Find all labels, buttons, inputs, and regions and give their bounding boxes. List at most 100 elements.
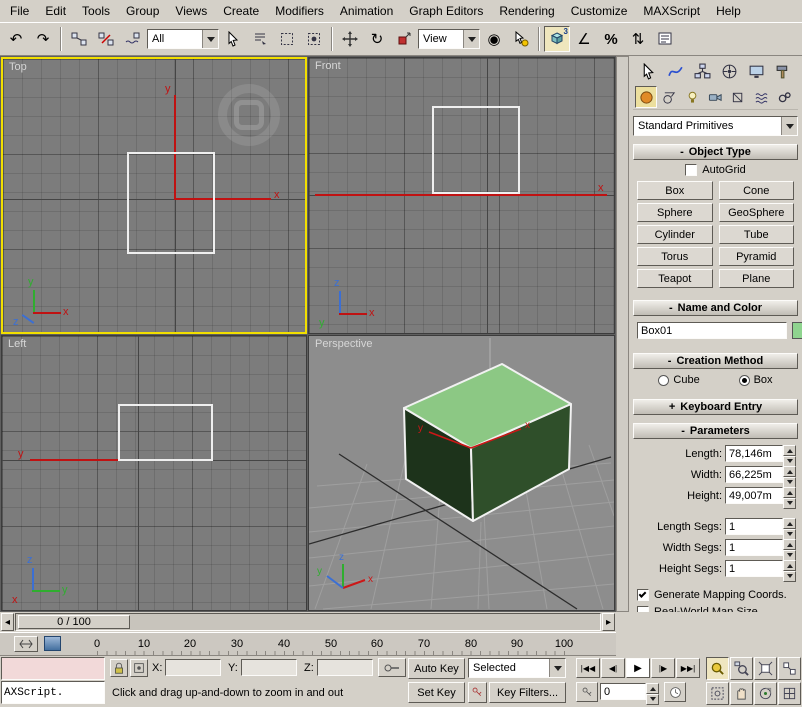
helpers-category-icon[interactable] [728,86,750,108]
rollout-keyboard-entry[interactable]: + Keyboard Entry [633,399,798,415]
geosphere-button[interactable]: GeoSphere [719,203,795,222]
time-configuration-icon[interactable] [664,682,686,702]
viewport-left[interactable]: Left y z y x [1,335,307,611]
length-spinner[interactable] [783,445,796,462]
track-bar[interactable]: 0 10 20 30 40 50 60 70 80 90 100 [0,632,616,656]
time-slider-track[interactable]: 0 / 100 [15,613,601,631]
select-and-manipulate-icon[interactable] [508,26,534,52]
menu-animation[interactable]: Animation [332,1,401,21]
create-tab-icon[interactable] [637,60,659,82]
previous-frame-icon[interactable]: ◀| [601,658,625,678]
menu-rendering[interactable]: Rendering [491,1,562,21]
hierarchy-tab-icon[interactable] [691,60,713,82]
height-field[interactable] [725,487,783,504]
edit-named-selection-sets-icon[interactable] [652,26,678,52]
shapes-category-icon[interactable] [658,86,680,108]
select-by-name-icon[interactable] [247,26,273,52]
autogrid-checkbox[interactable] [685,164,697,176]
use-pivot-point-center-icon[interactable]: ◉ [481,26,507,52]
bind-to-space-warp-icon[interactable] [120,26,146,52]
spinner-snap-icon[interactable]: ⇅ [625,26,651,52]
maximize-viewport-toggle-icon[interactable] [778,682,801,705]
lights-category-icon[interactable] [681,86,703,108]
length-segs-spinner[interactable] [783,518,796,535]
dropdown-arrow-icon[interactable] [781,117,797,135]
set-key-button[interactable]: Set Key [408,682,465,703]
viewport-left-label[interactable]: Left [8,338,26,350]
height-spinner[interactable] [783,487,796,504]
menu-graph-editors[interactable]: Graph Editors [401,1,491,21]
snaps-toggle-icon[interactable]: 3 [544,26,570,52]
window-crossing-toggle-icon[interactable] [301,26,327,52]
length-field[interactable] [725,445,783,462]
cylinder-button[interactable]: Cylinder [637,225,713,244]
rollout-object-type[interactable]: - Object Type [633,144,798,160]
cube-radio-item[interactable]: Cube [658,374,699,386]
time-slider-right-arrow[interactable]: ▸ [602,613,615,631]
rollout-name-and-color[interactable]: - Name and Color [633,300,798,316]
x-coordinate-field[interactable] [165,659,221,676]
display-tab-icon[interactable] [745,60,767,82]
zoom-icon[interactable] [706,657,729,680]
viewport-front-label[interactable]: Front [315,60,341,72]
dropdown-arrow-icon[interactable] [549,659,565,677]
teapot-button[interactable]: Teapot [637,269,713,288]
zoom-region-icon[interactable] [706,682,729,705]
timeline-frame-marker[interactable] [44,636,61,651]
rollout-parameters[interactable]: - Parameters [633,423,798,439]
zoom-extents-icon[interactable] [754,657,777,680]
spacewarps-category-icon[interactable] [751,86,773,108]
box-radio[interactable] [739,375,750,386]
play-animation-icon[interactable]: ▶ [626,658,650,678]
object-color-swatch[interactable] [792,322,802,339]
box-object-wireframe[interactable] [432,106,520,194]
menu-create[interactable]: Create [215,1,267,21]
y-coordinate-field[interactable] [241,659,297,676]
plane-button[interactable]: Plane [719,269,795,288]
maxscript-listener-pane[interactable]: AXScript. [1,681,105,704]
frame-spinner[interactable] [646,683,659,700]
mini-trackbar-icon[interactable] [14,636,38,652]
menu-group[interactable]: Group [118,1,167,21]
menu-customize[interactable]: Customize [563,1,636,21]
key-mode-toggle-icon[interactable] [576,682,598,702]
primitive-category-dropdown[interactable]: Standard Primitives [633,116,798,136]
select-and-scale-icon[interactable] [391,26,417,52]
viewport-top-label[interactable]: Top [9,61,27,73]
selection-filter-dropdown[interactable]: All [147,29,219,49]
height-segs-field[interactable] [725,560,783,577]
modify-tab-icon[interactable] [664,60,686,82]
key-filters-button[interactable]: Key Filters... [489,682,566,703]
box-object-wireframe[interactable] [127,152,215,254]
maxscript-listener-macro-pane[interactable] [1,657,105,680]
pyramid-button[interactable]: Pyramid [719,247,795,266]
width-segs-field[interactable] [725,539,783,556]
generate-mapping-checkbox[interactable] [637,589,649,601]
viewport-perspective-label[interactable]: Perspective [315,338,372,350]
rollout-creation-method[interactable]: - Creation Method [633,353,798,369]
angle-snap-icon[interactable]: ∠ [571,26,597,52]
selected-filter-dropdown[interactable]: Selected [468,658,566,678]
menu-tools[interactable]: Tools [74,1,118,21]
utilities-tab-icon[interactable] [772,60,794,82]
torus-button[interactable]: Torus [637,247,713,266]
z-coordinate-field[interactable] [317,659,373,676]
object-name-field[interactable] [637,322,787,339]
offset-mode-toggle-icon[interactable] [378,658,406,677]
auto-key-button[interactable]: Auto Key [408,658,465,679]
select-and-link-icon[interactable] [66,26,92,52]
pan-icon[interactable] [730,682,753,705]
reference-coordinate-system-dropdown[interactable]: View [418,29,480,49]
box-object-wireframe[interactable] [118,404,213,461]
time-slider-handle[interactable]: 0 / 100 [18,615,130,629]
undo-icon[interactable]: ↶ [3,26,29,52]
rectangular-selection-region-icon[interactable] [274,26,300,52]
dropdown-arrow-icon[interactable] [202,30,218,48]
zoom-all-icon[interactable] [730,657,753,680]
dropdown-arrow-icon[interactable] [463,30,479,48]
time-slider-left-arrow[interactable]: ◂ [1,613,14,631]
box-radio-item[interactable]: Box [739,374,773,386]
percent-snap-icon[interactable]: % [598,26,624,52]
zoom-extents-all-icon[interactable] [778,657,801,680]
go-to-end-icon[interactable]: ▶▶| [676,658,700,678]
